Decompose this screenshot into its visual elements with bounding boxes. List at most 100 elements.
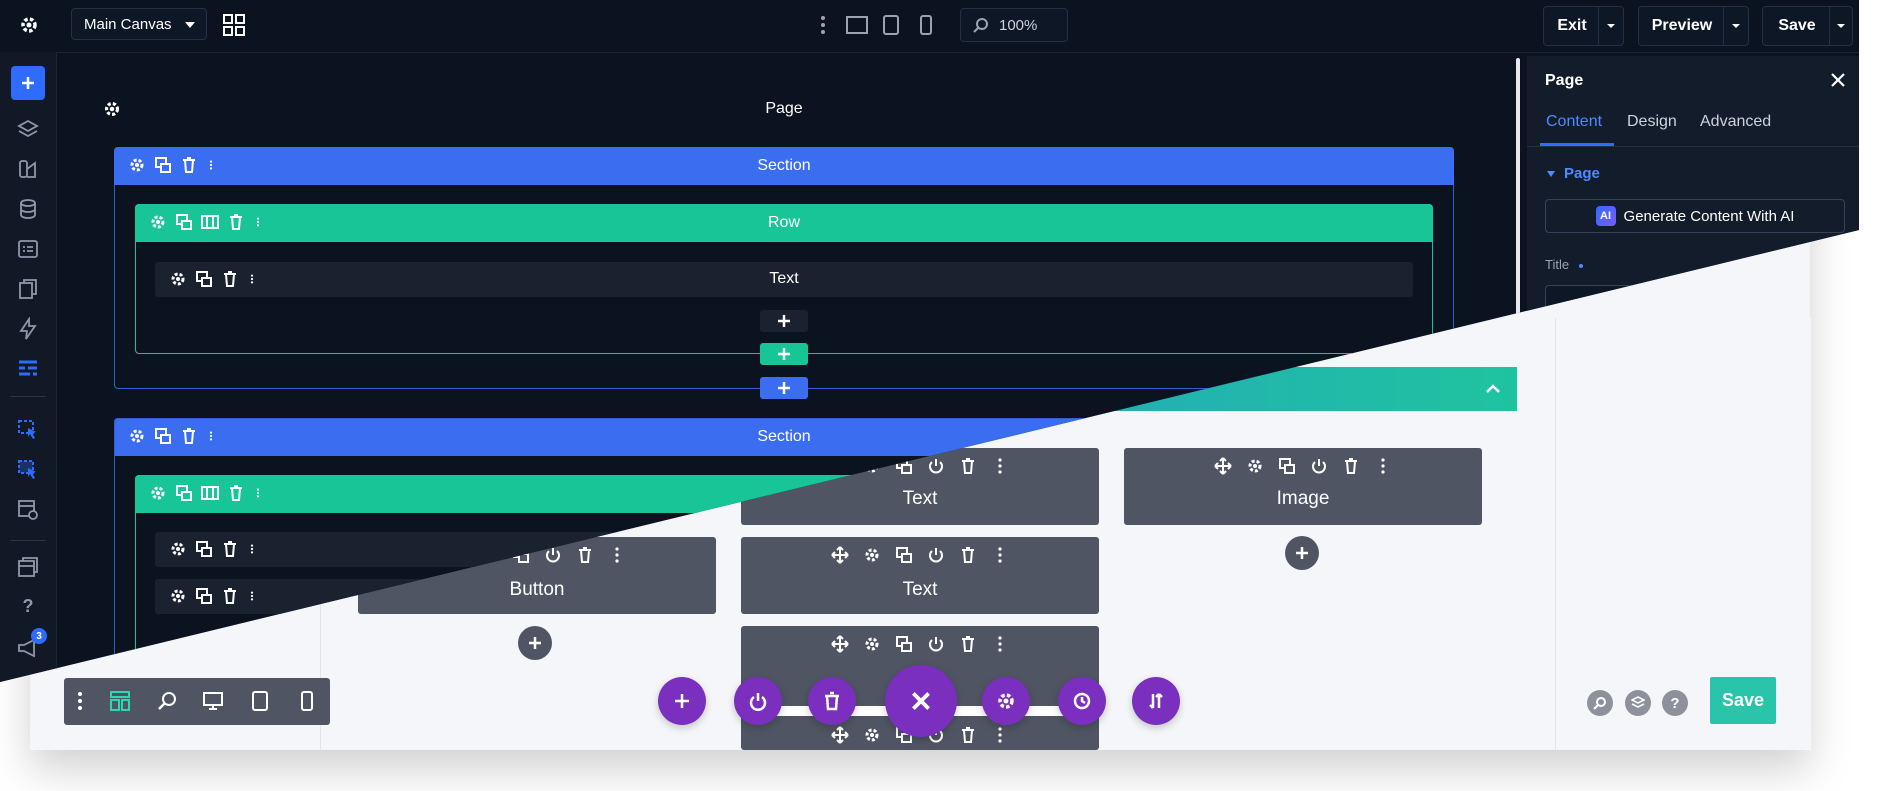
gear-icon[interactable] [128,427,146,445]
trash-icon[interactable] [221,587,239,605]
trash-button[interactable] [808,677,856,725]
sort-button[interactable] [1132,677,1180,725]
help-icon[interactable]: ? [1662,690,1688,716]
desktop-view-icon[interactable] [845,14,869,36]
phone-view-icon[interactable] [300,691,314,711]
columns-icon[interactable] [201,484,219,502]
more-icon[interactable] [247,587,257,605]
power-icon[interactable] [1310,457,1328,475]
library-icon[interactable] [16,556,40,580]
zoom-icon[interactable] [157,691,177,711]
page-settings-icon[interactable] [102,99,122,119]
ai-generate-button[interactable]: AI Generate Content With AI [1545,199,1845,233]
tab-content[interactable]: Content [1546,113,1602,131]
more-icon[interactable] [991,457,1009,475]
more-icon[interactable] [608,546,626,564]
template-icon[interactable] [16,357,40,381]
tab-advanced[interactable]: Advanced [1700,113,1771,131]
more-icon[interactable] [206,427,216,445]
gear-icon[interactable] [169,270,187,288]
grid-icon[interactable] [222,13,246,37]
duplicate-icon[interactable] [895,546,913,564]
preview-button[interactable]: Preview [1638,6,1726,46]
gear-icon[interactable] [149,484,167,502]
wireframe-view-icon[interactable] [110,691,130,711]
add-button[interactable] [658,677,706,725]
gear-icon[interactable] [1246,457,1264,475]
form-icon[interactable] [16,237,40,261]
pages-icon[interactable] [16,277,40,301]
trash-icon[interactable] [227,484,245,502]
power-button[interactable] [734,677,782,725]
gear-icon[interactable] [169,587,187,605]
trash-icon[interactable] [959,726,977,744]
duplicate-icon[interactable] [195,270,213,288]
trash-icon[interactable] [959,635,977,653]
more-icon[interactable] [1374,457,1392,475]
gear-icon[interactable] [149,213,167,231]
save-dropdown[interactable] [1829,6,1853,46]
select-multiple-icon[interactable] [16,458,40,482]
settings-button[interactable] [982,677,1030,725]
add-module-button[interactable] [1285,536,1319,570]
power-icon[interactable] [927,457,945,475]
add-row-button[interactable] [760,343,808,365]
history-button[interactable] [1058,677,1106,725]
trash-icon[interactable] [959,546,977,564]
more-icon[interactable] [991,726,1009,744]
trash-icon[interactable] [221,270,239,288]
layers-icon[interactable] [1625,690,1651,716]
tablet-view-icon[interactable] [882,14,900,36]
add-icon[interactable] [11,66,45,100]
design-icon[interactable] [16,157,40,181]
trash-icon[interactable] [227,213,245,231]
search-icon[interactable] [1587,690,1613,716]
trash-icon[interactable] [576,546,594,564]
tablet-view-icon[interactable] [251,691,269,711]
save-button[interactable]: Save [1710,677,1776,724]
duplicate-icon[interactable] [154,156,172,174]
more-icon[interactable] [253,213,263,231]
more-icon[interactable] [206,156,216,174]
gear-icon[interactable] [863,546,881,564]
move-icon[interactable] [831,635,849,653]
duplicate-icon[interactable] [175,213,193,231]
duplicate-icon[interactable] [175,484,193,502]
columns-icon[interactable] [201,213,219,231]
trash-icon[interactable] [1342,457,1360,475]
more-icon[interactable] [991,635,1009,653]
exit-dropdown[interactable] [1598,6,1624,46]
duplicate-icon[interactable] [154,427,172,445]
duplicate-icon[interactable] [195,540,213,558]
duplicate-icon[interactable] [895,635,913,653]
gear-icon[interactable] [863,726,881,744]
help-icon[interactable]: ? [16,596,40,620]
more-icon[interactable] [247,270,257,288]
preview-dropdown[interactable] [1723,6,1749,46]
trash-icon[interactable] [959,457,977,475]
trash-icon[interactable] [180,427,198,445]
more-icon[interactable] [991,546,1009,564]
trash-icon[interactable] [180,156,198,174]
canvas-select[interactable]: Main Canvas [71,8,207,40]
more-icon[interactable] [247,540,257,558]
collapse-icon[interactable] [1482,378,1504,400]
layers-icon[interactable] [16,117,40,141]
gear-icon[interactable] [128,156,146,174]
select-element-icon[interactable] [16,418,40,442]
save-button[interactable]: Save [1762,6,1832,46]
phone-view-icon[interactable] [919,14,933,36]
move-icon[interactable] [831,726,849,744]
add-section-button[interactable] [760,377,808,399]
gear-icon[interactable] [863,635,881,653]
move-icon[interactable] [831,546,849,564]
power-icon[interactable] [927,546,945,564]
close-icon[interactable] [1830,72,1846,88]
more-icon[interactable] [818,15,828,35]
power-icon[interactable] [927,635,945,653]
move-icon[interactable] [1214,457,1232,475]
database-icon[interactable] [16,197,40,221]
lightning-icon[interactable] [16,317,40,341]
more-icon[interactable] [253,484,263,502]
page-settings-icon[interactable] [16,498,40,522]
